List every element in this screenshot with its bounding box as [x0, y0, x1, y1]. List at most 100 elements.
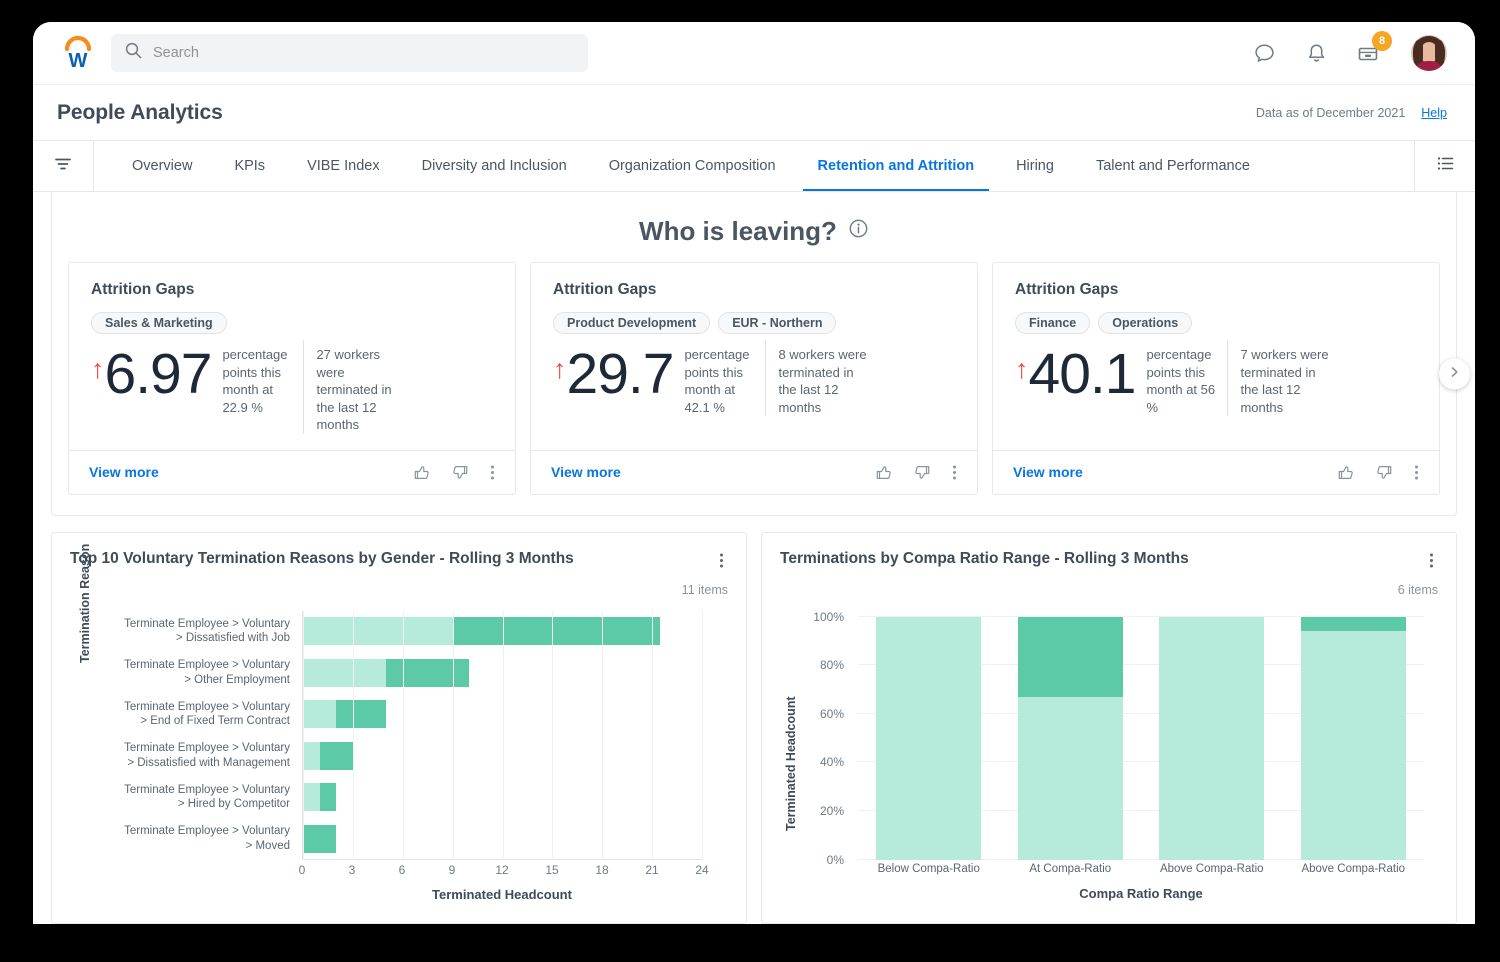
- feedback-icon-group: [1336, 463, 1419, 482]
- chart-bar-segment-dark[interactable]: [303, 824, 337, 853]
- chart-bar-segment-light[interactable]: [1017, 696, 1123, 860]
- tab-strip: Overview KPIs VIBE Index Diversity and I…: [33, 140, 1475, 192]
- chart-bar-segment-light[interactable]: [303, 783, 320, 812]
- thumbs-down-icon[interactable]: [913, 463, 932, 482]
- data-as-of-label: Data as of December 2021: [1255, 105, 1406, 120]
- view-more-link[interactable]: View more: [89, 464, 159, 480]
- section-title: Who is leaving?: [639, 215, 837, 246]
- bell-icon[interactable]: [1303, 40, 1329, 66]
- attrition-card-footer: View more: [993, 449, 1439, 494]
- chart-category-label: Below Compa-Ratio: [877, 862, 980, 875]
- view-more-link[interactable]: View more: [1013, 464, 1083, 480]
- tab-list: Overview KPIs VIBE Index Diversity and I…: [94, 141, 1414, 191]
- chart-category-label: Terminate Employee > Voluntary > Hired by…: [124, 783, 290, 811]
- tab-kpis[interactable]: KPIs: [213, 141, 286, 191]
- tab-retention-and-attrition[interactable]: Retention and Attrition: [797, 141, 996, 191]
- tab-organization-composition[interactable]: Organization Composition: [588, 141, 797, 191]
- avatar[interactable]: [1411, 35, 1447, 71]
- filter-pill[interactable]: Operations: [1098, 312, 1193, 334]
- chart-category-label: Terminate Employee > Voluntary > Other Em…: [124, 659, 290, 686]
- chart-bar[interactable]: [303, 741, 353, 770]
- tab-vibe-index[interactable]: VIBE Index: [286, 141, 401, 191]
- filter-pill[interactable]: EUR - Northern: [718, 312, 837, 334]
- card-menu-icon[interactable]: [952, 463, 957, 482]
- chart-y-axis-title: Termination Reason: [78, 543, 92, 663]
- info-icon[interactable]: [848, 218, 869, 244]
- attrition-card-title: Attrition Gaps: [1015, 281, 1119, 298]
- chart-bar-segment-dark[interactable]: [319, 741, 353, 770]
- filter-pill[interactable]: Finance: [1015, 312, 1091, 334]
- card-menu-icon[interactable]: [1414, 463, 1419, 482]
- view-more-link[interactable]: View more: [551, 464, 621, 480]
- chart-bar-segment-dark[interactable]: [1300, 616, 1406, 632]
- chart-bar-segment-light[interactable]: [303, 658, 387, 687]
- attrition-card-body: Attrition Gaps Sales & Marketing ↑ 6.97 …: [69, 263, 515, 450]
- chat-icon[interactable]: [1251, 40, 1277, 66]
- search-box[interactable]: [111, 34, 588, 72]
- chart-bar[interactable]: [303, 658, 470, 687]
- thumbs-down-icon[interactable]: [1375, 463, 1394, 482]
- attrition-card-pills: Product Development EUR - Northern: [553, 312, 955, 334]
- chart-bar-segment-light[interactable]: [303, 741, 320, 770]
- chart-bar-segment-dark[interactable]: [319, 783, 337, 812]
- chart-bar[interactable]: [1300, 616, 1406, 860]
- tab-overview[interactable]: Overview: [111, 141, 213, 191]
- workday-logo-icon[interactable]: W: [57, 32, 99, 74]
- chart-x-axis-title: Compa Ratio Range: [1079, 885, 1203, 901]
- thumbs-up-icon[interactable]: [1336, 463, 1355, 482]
- chart-y-tick: 80%: [819, 658, 844, 673]
- chart-bar-segment-dark[interactable]: [1017, 616, 1123, 697]
- carousel-next-button[interactable]: [1439, 358, 1470, 390]
- chart-bar[interactable]: [303, 783, 337, 812]
- chart-bar[interactable]: [1017, 616, 1123, 860]
- chart-bar[interactable]: [1159, 616, 1265, 860]
- inbox-icon[interactable]: 8: [1355, 31, 1392, 66]
- chart-items-count: 6 items: [1397, 582, 1438, 597]
- chart-bar-segment-dark[interactable]: [336, 700, 387, 729]
- who-is-leaving-panel: Who is leaving? Attrition Gaps Sales & M…: [51, 192, 1470, 516]
- chart-bar[interactable]: [303, 700, 387, 729]
- chart-bar-segment-light[interactable]: [1159, 616, 1265, 860]
- thumbs-up-icon[interactable]: [874, 463, 893, 482]
- thumbs-down-icon[interactable]: [451, 463, 470, 482]
- filter-pill[interactable]: Product Development: [553, 312, 711, 334]
- chart-menu-icon[interactable]: [715, 549, 728, 577]
- chart-y-tick: 40%: [819, 755, 844, 770]
- chart-bar-segment-light[interactable]: [1300, 631, 1406, 860]
- chart-card-compa-ratio: Terminations by Compa Ratio Range - Roll…: [761, 531, 1457, 924]
- chart-y-tick: 60%: [819, 706, 844, 721]
- chart-bar-segment-light[interactable]: [303, 617, 453, 646]
- chart-category-label: Above Compa-Ratio: [1159, 862, 1264, 875]
- chart-plot-area: Terminated Headcount 0% 20% 40% 60% 80% 100% …: [780, 610, 1438, 901]
- attrition-card: Attrition Gaps Product Development EUR -…: [530, 262, 978, 495]
- chart-bar[interactable]: [303, 824, 337, 853]
- chart-gridline: [352, 610, 354, 860]
- page-title: People Analytics: [57, 100, 223, 124]
- chart-bar-segment-dark[interactable]: [386, 658, 470, 687]
- tab-talent-and-performance[interactable]: Talent and Performance: [1075, 141, 1271, 191]
- thumbs-up-icon[interactable]: [412, 463, 431, 482]
- list-view-button[interactable]: [1414, 141, 1475, 191]
- help-link[interactable]: Help: [1421, 106, 1447, 120]
- chart-menu-icon[interactable]: [1425, 549, 1438, 577]
- filter-pill[interactable]: Sales & Marketing: [91, 312, 227, 334]
- chart-y-tick: 0%: [826, 852, 844, 867]
- chart-gridline: [652, 610, 654, 860]
- search-input[interactable]: [153, 45, 574, 61]
- chart-bar-segment-dark[interactable]: [452, 617, 661, 646]
- chart-x-tick: 6: [398, 862, 406, 877]
- chart-bar-segment-light[interactable]: [876, 616, 982, 860]
- chart-header: Top 10 Voluntary Termination Reasons by …: [70, 549, 728, 577]
- attrition-card-pills: Finance Operations: [1015, 312, 1417, 334]
- attrition-card-body: Attrition Gaps Finance Operations ↑ 40.1…: [993, 263, 1439, 432]
- chart-bar[interactable]: [876, 616, 982, 860]
- filter-button[interactable]: [33, 141, 94, 191]
- chart-bar[interactable]: [303, 617, 661, 646]
- chart-bar-segment-light[interactable]: [303, 700, 337, 729]
- card-menu-icon[interactable]: [490, 463, 495, 482]
- tab-diversity-and-inclusion[interactable]: Diversity and Inclusion: [401, 141, 588, 191]
- tab-hiring[interactable]: Hiring: [995, 141, 1075, 191]
- chart-bars-area: [302, 610, 703, 860]
- chart-x-tick: 12: [495, 862, 509, 877]
- attrition-value: 29.7: [566, 342, 675, 406]
